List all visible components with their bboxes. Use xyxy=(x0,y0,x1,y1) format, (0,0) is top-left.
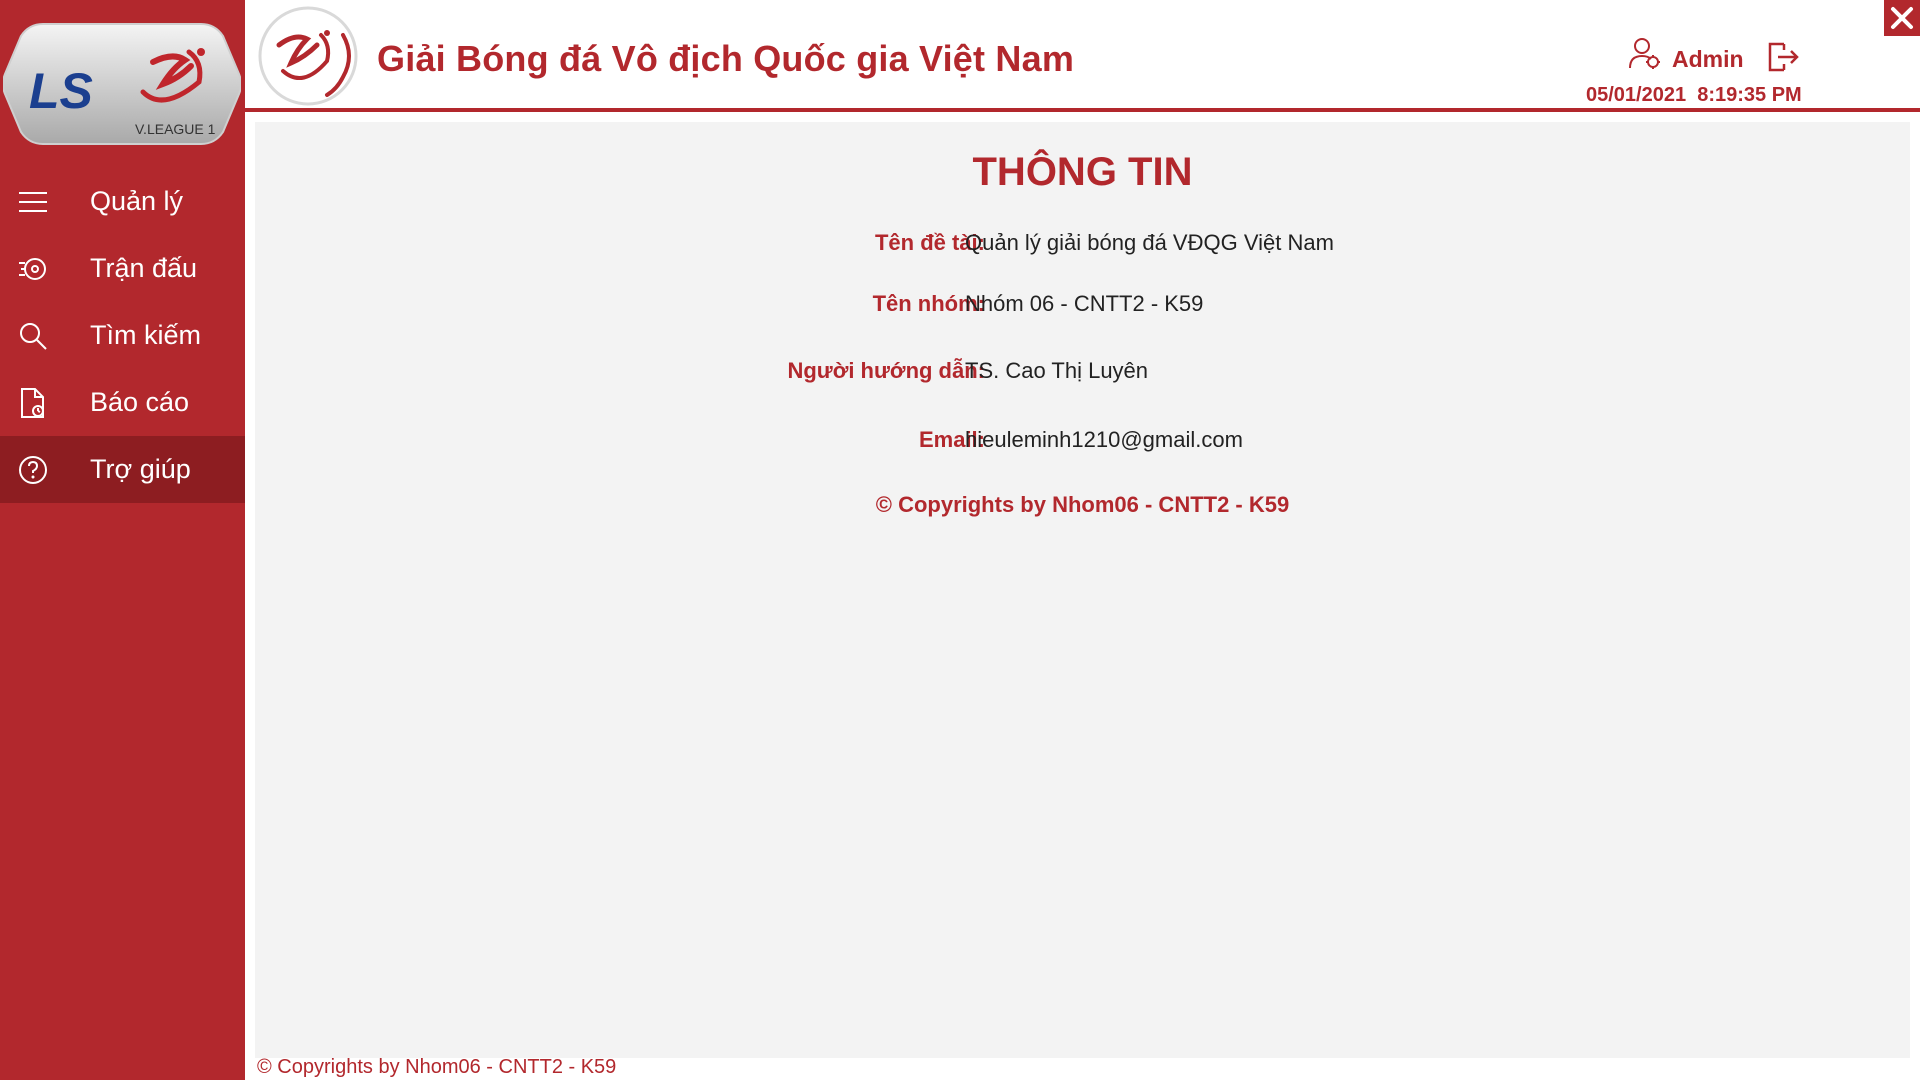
info-row-group: Tên nhóm: Nhóm 06 - CNTT2 - K59 xyxy=(255,291,1910,331)
app-title: Giải Bóng đá Vô địch Quốc gia Việt Nam xyxy=(377,38,1075,79)
info-value: Quản lý giải bóng đá VĐQG Việt Nam xyxy=(965,230,1334,255)
user-admin-icon xyxy=(1629,38,1660,69)
sidebar-item-label: Tìm kiếm xyxy=(90,320,201,350)
info-row-supervisor: Người hướng dẫn: TS. Cao Thị Luyên xyxy=(255,358,1910,398)
report-document-icon xyxy=(15,385,51,421)
vleague-badge-icon: LS V.LEAGUE 1 xyxy=(3,23,241,145)
info-panel: THÔNG TIN Tên đề tài: Quản lý giải bóng … xyxy=(255,122,1910,1058)
info-label: Người hướng dẫn: xyxy=(787,358,985,383)
match-whistle-icon xyxy=(15,251,51,287)
help-question-icon xyxy=(15,452,51,488)
info-row-topic: Tên đề tài: Quản lý giải bóng đá VĐQG Vi… xyxy=(255,230,1910,270)
page-title: THÔNG TIN xyxy=(972,150,1193,194)
sidebar-item-tim-kiem[interactable]: Tìm kiếm xyxy=(0,302,245,369)
close-icon xyxy=(1891,7,1913,29)
sidebar-item-tro-giup[interactable]: Trợ giúp xyxy=(0,436,245,503)
sidebar-item-label: Trận đấu xyxy=(90,253,198,283)
header-divider xyxy=(245,108,1920,112)
hamburger-menu-icon xyxy=(15,184,51,220)
user-area: Admin 05/01/2021 8:19:35 PM xyxy=(1540,0,1920,108)
sidebar-item-label: Trợ giúp xyxy=(90,454,191,484)
sidebar-item-tran-dau[interactable]: Trận đấu xyxy=(0,235,245,302)
info-value: Nhóm 06 - CNTT2 - K59 xyxy=(965,291,1204,316)
info-row-email: Email: hieuleminh1210@gmail.com xyxy=(255,427,1910,467)
sidebar-item-label: Quản lý xyxy=(90,186,184,216)
user-name[interactable]: Admin xyxy=(1672,46,1744,73)
content-copyright: © Copyrights by Nhom06 - CNTT2 - K59 xyxy=(875,492,1290,517)
sidebar: LS V.LEAGUE 1 Quản lý Trận đấu Tìm kiếm xyxy=(0,0,245,1080)
info-value: TS. Cao Thị Luyên xyxy=(965,358,1149,383)
logo-league-text: V.LEAGUE 1 xyxy=(135,121,216,137)
sidebar-menu: Quản lý Trận đấu Tìm kiếm Báo cáo Trợ gi… xyxy=(0,168,245,503)
close-button[interactable] xyxy=(1884,0,1920,36)
sidebar-item-label: Báo cáo xyxy=(90,387,190,417)
vleague-logo: LS V.LEAGUE 1 xyxy=(0,18,245,148)
sidebar-item-quan-ly[interactable]: Quản lý xyxy=(0,168,245,235)
search-icon xyxy=(15,318,51,354)
logo-ls-text: LS xyxy=(29,63,93,119)
sidebar-item-bao-cao[interactable]: Báo cáo xyxy=(0,369,245,436)
header: Giải Bóng đá Vô địch Quốc gia Việt Nam A… xyxy=(245,0,1920,110)
logout-icon[interactable] xyxy=(1766,40,1800,74)
vleague-round-logo-icon xyxy=(258,6,358,106)
info-value: hieuleminh1210@gmail.com xyxy=(965,427,1243,452)
datetime-display: 05/01/2021 8:19:35 PM xyxy=(1586,84,1802,106)
footer-copyright: © Copyrights by Nhom06 - CNTT2 - K59 xyxy=(257,1056,617,1078)
